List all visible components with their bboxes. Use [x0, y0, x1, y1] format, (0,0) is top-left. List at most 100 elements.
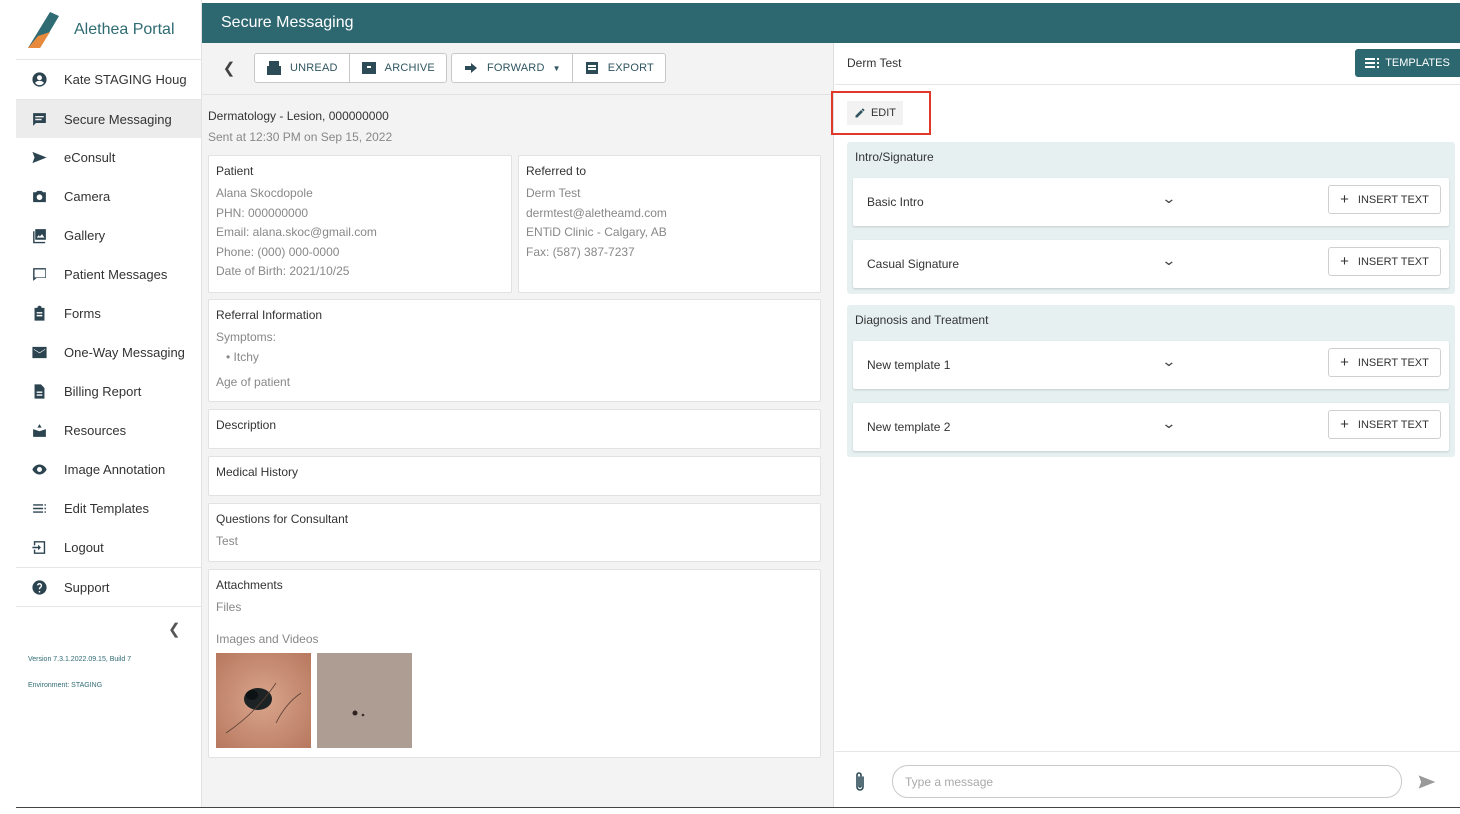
- message-toolbar: ❮ UNREAD ARCHIVE FORWARD ▼ EXPORT: [214, 53, 670, 83]
- divider: [202, 94, 833, 95]
- top-bar: Secure Messaging: [202, 3, 1460, 43]
- referred-header: Referred to: [526, 164, 587, 178]
- sidebar-item-forms[interactable]: Forms: [16, 294, 201, 333]
- help-icon: [30, 578, 48, 596]
- archive-button[interactable]: ARCHIVE: [350, 54, 446, 82]
- patient-phn: PHN: 000000000: [216, 205, 309, 220]
- sidebar-collapse-chevron-icon[interactable]: ❮: [168, 620, 181, 638]
- sidebar-item-econsult[interactable]: eConsult: [16, 138, 201, 177]
- attachments-header: Attachments: [216, 578, 283, 592]
- export-button[interactable]: EXPORT: [573, 54, 665, 82]
- template-item[interactable]: New template 2 ⌄ + INSERT TEXT: [853, 403, 1449, 451]
- camera-icon: [30, 188, 48, 206]
- description-header: Description: [216, 418, 277, 432]
- divider: [835, 84, 1460, 85]
- insert-text-label: INSERT TEXT: [1357, 356, 1429, 369]
- sidebar-item-account[interactable]: Kate STAGING Houg: [16, 60, 201, 99]
- patient-phone: Phone: (000) 000-0000: [216, 244, 340, 259]
- symptoms-label: Symptoms:: [216, 330, 277, 344]
- send-icon: [30, 149, 48, 167]
- paperclip-icon[interactable]: [852, 771, 868, 793]
- sidebar-item-logout[interactable]: Logout: [16, 528, 201, 567]
- message-input[interactable]: [892, 765, 1402, 798]
- medical-history-header: Medical History: [216, 465, 299, 479]
- archive-label: ARCHIVE: [384, 62, 435, 74]
- clipboard-icon: [30, 305, 48, 323]
- mark-unread-icon: [267, 61, 281, 75]
- back-chevron-icon[interactable]: ❮: [214, 59, 244, 77]
- message-box-icon: [30, 266, 48, 284]
- templates-button[interactable]: TEMPLATES: [1355, 49, 1460, 77]
- template-item[interactable]: New template 1 ⌄ + INSERT TEXT: [853, 341, 1449, 389]
- sidebar-item-label: Secure Messaging: [64, 111, 172, 127]
- forward-button[interactable]: FORWARD ▼: [452, 54, 573, 82]
- template-item[interactable]: Casual Signature ⌄ + INSERT TEXT: [853, 240, 1449, 288]
- chevron-down-icon[interactable]: ⌄: [1161, 252, 1176, 269]
- sidebar-item-label: Logout: [64, 540, 104, 555]
- chevron-down-icon[interactable]: ⌄: [1161, 190, 1176, 207]
- sidebar-item-billing-report[interactable]: Billing Report: [16, 372, 201, 411]
- sidebar-item-gallery[interactable]: Gallery: [16, 216, 201, 255]
- questions-card: Questions for Consultant Test: [208, 503, 821, 562]
- insert-text-label: INSERT TEXT: [1357, 255, 1429, 268]
- template-name: New template 2: [867, 420, 951, 434]
- sidebar-item-label: Camera: [64, 189, 111, 204]
- sidebar-item-secure-messaging[interactable]: Secure Messaging: [16, 99, 201, 138]
- insert-text-button[interactable]: + INSERT TEXT: [1328, 185, 1441, 214]
- section-title: Diagnosis and Treatment: [855, 313, 989, 327]
- chat-icon: [30, 110, 48, 128]
- lesion-image-thumbnail[interactable]: [216, 653, 311, 748]
- message-title: Dermatology - Lesion, 000000000: [208, 109, 389, 123]
- sidebar-item-patient-messages[interactable]: Patient Messages: [16, 255, 201, 294]
- sidebar-item-resources[interactable]: Resources: [16, 411, 201, 450]
- sidebar-item-edit-templates[interactable]: Edit Templates: [16, 489, 201, 528]
- patient-dob: Date of Birth: 2021/10/25: [216, 264, 350, 278]
- insert-text-label: INSERT TEXT: [1357, 418, 1429, 431]
- medical-history-card: Medical History: [208, 456, 821, 496]
- referral-info-card: Referral Information Symptoms: • Itchy A…: [208, 299, 821, 402]
- send-icon[interactable]: [1417, 772, 1437, 792]
- insert-text-label: INSERT TEXT: [1357, 193, 1429, 206]
- section-title: Intro/Signature: [855, 150, 934, 164]
- sidebar-item-image-annotation[interactable]: Image Annotation: [16, 450, 201, 489]
- gallery-icon: [30, 227, 48, 245]
- sidebar-item-label: Support: [64, 579, 110, 595]
- edit-label: EDIT: [870, 107, 897, 119]
- sidebar-item-support[interactable]: Support: [16, 567, 201, 606]
- lesion-image-thumbnail-2[interactable]: [317, 653, 412, 748]
- insert-text-button[interactable]: + INSERT TEXT: [1328, 348, 1441, 377]
- referred-fax: Fax: (587) 387-7237: [526, 244, 635, 259]
- message-detail-panel: ❮ UNREAD ARCHIVE FORWARD ▼ EXPORT Dermat…: [202, 43, 834, 808]
- plus-icon: +: [1340, 416, 1349, 433]
- chevron-down-icon[interactable]: ⌄: [1161, 353, 1176, 370]
- logout-icon: [30, 539, 48, 557]
- insert-text-button[interactable]: + INSERT TEXT: [1328, 410, 1441, 439]
- archive-icon: [361, 62, 376, 74]
- template-name: Casual Signature: [867, 257, 960, 271]
- alethea-logo-icon: [28, 11, 59, 48]
- files-label: Files: [216, 600, 242, 614]
- edit-button[interactable]: EDIT: [847, 101, 903, 125]
- referred-to-card: Referred to Derm Test dermtest@aletheamd…: [518, 155, 821, 293]
- template-item[interactable]: Basic Intro ⌄ + INSERT TEXT: [853, 178, 1449, 226]
- plus-icon: +: [1340, 354, 1349, 371]
- export-label: EXPORT: [607, 62, 654, 74]
- sidebar-item-one-way-messaging[interactable]: One-Way Messaging: [16, 333, 201, 372]
- sidebar: Alethea Portal Kate STAGING Houg Secure …: [16, 0, 202, 808]
- chevron-down-icon[interactable]: ⌄: [1161, 415, 1176, 432]
- page-title: Secure Messaging: [221, 14, 354, 31]
- patient-card: Patient Alana Skocdopole PHN: 000000000 …: [208, 155, 512, 293]
- unread-button[interactable]: UNREAD: [255, 54, 350, 82]
- referred-email: dermtest@aletheamd.com: [526, 205, 667, 220]
- export-icon: [585, 62, 598, 74]
- insert-text-button[interactable]: + INSERT TEXT: [1328, 247, 1441, 276]
- attachments-card: Attachments Files Images and Videos: [208, 569, 821, 758]
- brand[interactable]: Alethea Portal: [16, 0, 201, 60]
- referral-info-header: Referral Information: [216, 308, 323, 322]
- sidebar-item-camera[interactable]: Camera: [16, 177, 201, 216]
- patient-header: Patient: [216, 164, 254, 178]
- images-videos-label: Images and Videos: [216, 631, 319, 646]
- forward-label: FORWARD: [486, 62, 545, 74]
- eye-icon: [30, 461, 48, 479]
- mail-icon: [30, 344, 48, 362]
